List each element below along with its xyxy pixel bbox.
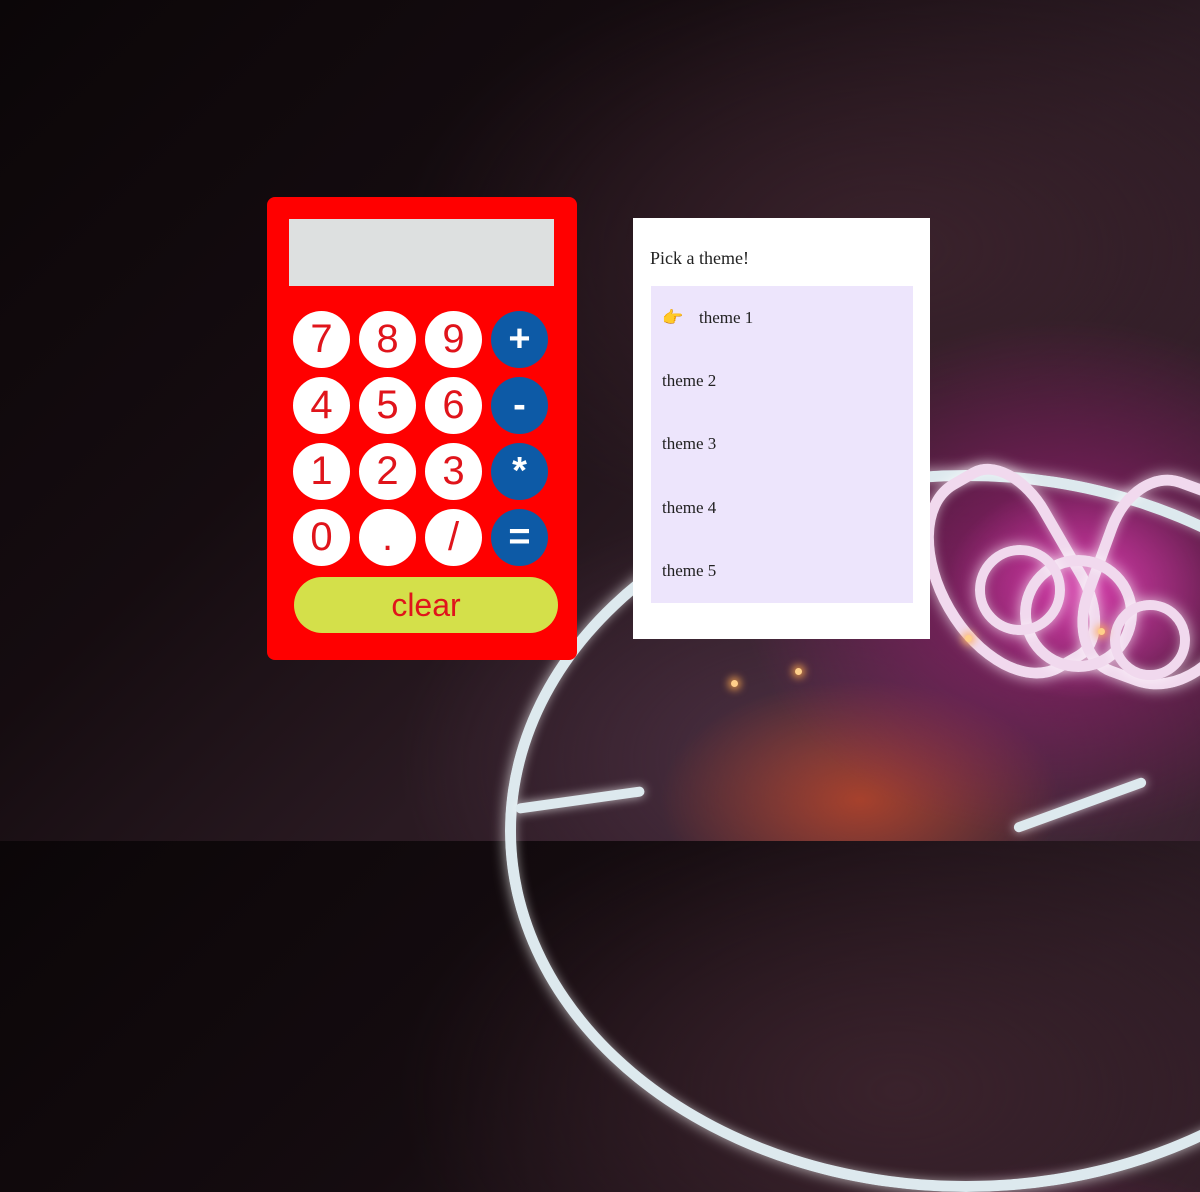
theme-list: 👉 theme 1 theme 2 theme 3 theme 4 theme 5: [651, 286, 913, 603]
background-light: [731, 680, 738, 687]
theme-picker-panel: Pick a theme! 👉 theme 1 theme 2 theme 3 them…: [633, 218, 930, 639]
key-8-button[interactable]: 8: [359, 311, 416, 368]
key-1-button[interactable]: 1: [293, 443, 350, 500]
background-light: [1098, 628, 1105, 635]
key-2-button[interactable]: 2: [359, 443, 416, 500]
key-6-button[interactable]: 6: [425, 377, 482, 434]
theme-option-label: theme 3: [662, 434, 717, 454]
key-9-button[interactable]: 9: [425, 311, 482, 368]
key-divide-button[interactable]: /: [425, 509, 482, 566]
calculator: 7 8 9 +4 5 6- 1 2 3 * 0. / = clear: [267, 197, 577, 660]
calculator-display[interactable]: [289, 219, 554, 286]
key-subtract-button[interactable]: -: [491, 377, 548, 434]
theme-option[interactable]: 👉 theme 1: [651, 286, 913, 349]
background-light: [795, 668, 802, 675]
calculator-keypad: 7 8 9 +4 5 6- 1 2 3 * 0. / =: [293, 311, 548, 566]
key-7-button[interactable]: 7: [293, 311, 350, 368]
theme-option-label: theme 5: [662, 561, 717, 581]
clear-button[interactable]: clear: [294, 577, 558, 633]
key-3-button[interactable]: 3: [425, 443, 482, 500]
key-equals-button[interactable]: =: [491, 509, 548, 566]
theme-picker-title: Pick a theme!: [650, 248, 749, 268]
background-neon-bow-loop: [1110, 600, 1190, 680]
key-multiply-button[interactable]: *: [491, 443, 548, 500]
theme-option[interactable]: theme 5: [651, 540, 913, 603]
pointing-hand-icon: 👉: [662, 307, 684, 327]
theme-option-label: theme 1: [699, 307, 754, 327]
key-decimal-button[interactable]: .: [359, 509, 416, 566]
theme-option-label: theme 4: [662, 497, 717, 517]
theme-option-label: theme 2: [662, 371, 717, 391]
key-5-button[interactable]: 5: [359, 377, 416, 434]
key-4-button[interactable]: 4: [293, 377, 350, 434]
key-add-button[interactable]: +: [491, 311, 548, 368]
background-neon-bow-loop: [975, 545, 1065, 635]
background-light: [965, 635, 972, 642]
key-0-button[interactable]: 0: [293, 509, 350, 566]
theme-option[interactable]: theme 2: [651, 349, 913, 412]
theme-option[interactable]: theme 4: [651, 476, 913, 539]
theme-option[interactable]: theme 3: [651, 413, 913, 476]
